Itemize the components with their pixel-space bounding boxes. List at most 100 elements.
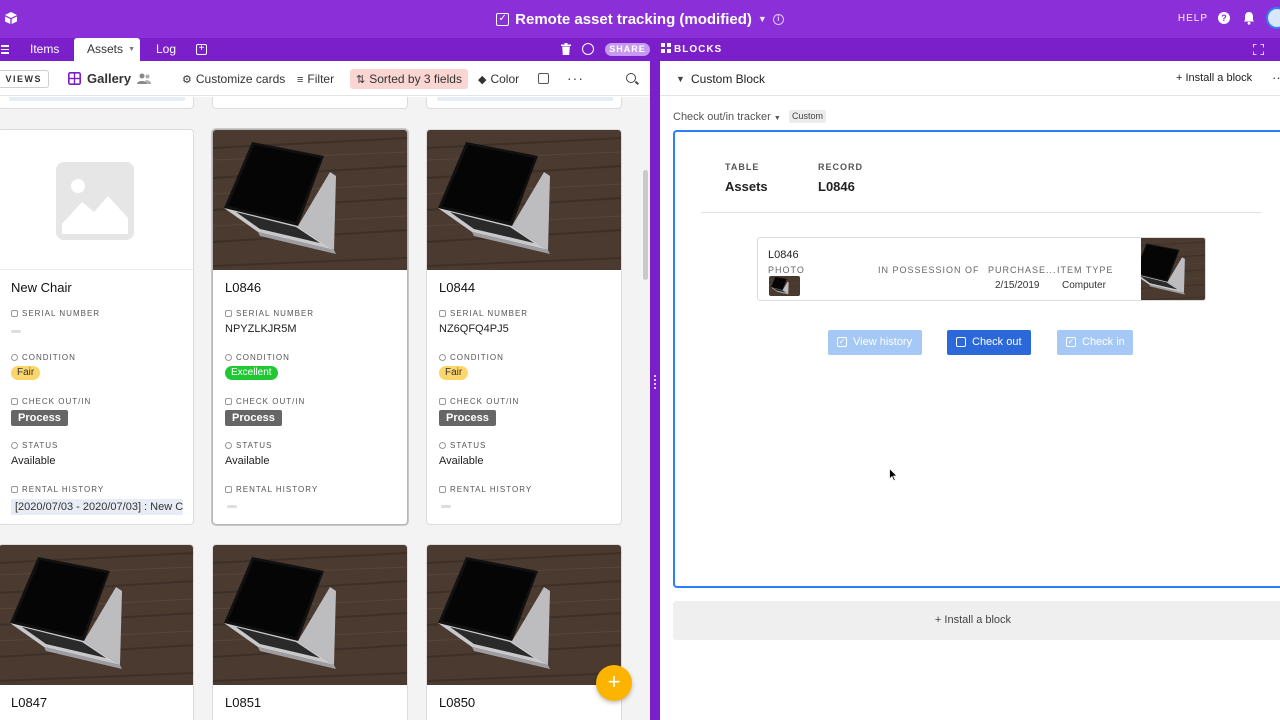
field-label-text: SERIAL NUMBER bbox=[450, 309, 529, 318]
tab-log[interactable]: Log bbox=[146, 38, 186, 61]
sort-label: Sorted by 3 fields bbox=[369, 72, 462, 86]
laptop-photo bbox=[427, 545, 621, 685]
gallery-card[interactable]: L0846 SERIAL NUMBER NPYZLKJR5M CONDITION… bbox=[212, 129, 408, 525]
view-history-button[interactable]: ✓ View history bbox=[828, 330, 922, 355]
avatar[interactable] bbox=[1266, 7, 1280, 29]
customize-cards-button[interactable]: ⚙ Customize cards bbox=[176, 69, 291, 89]
gallery-card[interactable]: L0847 bbox=[0, 544, 194, 720]
history-icon[interactable] bbox=[582, 43, 594, 55]
field-label-rental: RENTAL HISTORY bbox=[225, 485, 318, 494]
view-name[interactable]: Gallery bbox=[87, 71, 131, 86]
card-title: L0846 bbox=[225, 280, 262, 295]
field-label-serial: SERIAL NUMBER bbox=[225, 309, 314, 318]
collaborators-icon[interactable] bbox=[137, 73, 151, 84]
add-table-icon[interactable]: + bbox=[196, 44, 207, 55]
tab-assets-label: Assets bbox=[87, 42, 124, 56]
bell-icon[interactable] bbox=[1243, 11, 1255, 25]
record-photo bbox=[1141, 238, 1205, 301]
color-label: Color bbox=[490, 72, 520, 86]
trash-icon[interactable] bbox=[561, 43, 571, 55]
view-history-label: View history bbox=[853, 336, 913, 348]
base-title[interactable]: Remote asset tracking (modified) bbox=[515, 11, 752, 28]
app-logo-icon[interactable] bbox=[4, 11, 18, 25]
install-block-bar[interactable]: + Install a block bbox=[673, 601, 1280, 640]
laptop-photo bbox=[0, 545, 193, 685]
process-button[interactable]: Process bbox=[11, 410, 68, 426]
tab-items[interactable]: Items bbox=[20, 38, 69, 61]
rental-chip-partial bbox=[437, 97, 613, 101]
chevron-down-icon[interactable]: ▼ bbox=[128, 38, 135, 61]
tab-assets[interactable]: Assets ▼ bbox=[74, 38, 140, 61]
field-label-text: STATUS bbox=[22, 441, 59, 450]
laptop-photo bbox=[213, 545, 407, 685]
collapse-caret-icon[interactable]: ▼ bbox=[676, 74, 685, 84]
formula-field-icon bbox=[439, 442, 446, 449]
fullscreen-icon[interactable] bbox=[1253, 44, 1264, 55]
table-tab-bar: Items Assets ▼ Log + SHARE BLOCKS bbox=[0, 38, 1280, 61]
hamburger-menu-icon[interactable] bbox=[1, 45, 9, 54]
more-options-icon[interactable]: ··· bbox=[567, 70, 584, 86]
block-name-label: Check out/in tracker bbox=[673, 111, 771, 123]
install-block-button[interactable]: + Install a block bbox=[1176, 72, 1252, 84]
views-toggle-button[interactable]: VIEWS bbox=[0, 70, 49, 88]
status-value: Available bbox=[225, 455, 270, 467]
blocks-button[interactable]: BLOCKS bbox=[661, 43, 722, 55]
card-title: L0844 bbox=[439, 280, 476, 295]
card-photo bbox=[213, 130, 407, 270]
purchase-label: PURCHASE... bbox=[988, 265, 1057, 275]
laptop-photo bbox=[213, 130, 407, 270]
gallery-card-partial[interactable] bbox=[426, 97, 622, 109]
gallery-card[interactable]: L0851 bbox=[212, 544, 408, 720]
select-field-icon bbox=[225, 354, 232, 361]
empty-value bbox=[11, 330, 21, 333]
custom-block-frame: TABLE Assets RECORD L0846 L0846 PHOTO IN… bbox=[673, 130, 1280, 588]
more-options-icon[interactable]: ·· bbox=[1272, 70, 1280, 85]
block-title[interactable]: Custom Block bbox=[691, 72, 765, 86]
search-icon[interactable] bbox=[626, 73, 636, 83]
block-name-dropdown[interactable]: Check out/in tracker ▼ bbox=[673, 111, 781, 123]
resize-handle-icon[interactable] bbox=[654, 375, 656, 389]
select-field-icon bbox=[439, 354, 446, 361]
card-title: New Chair bbox=[11, 280, 72, 295]
sort-button[interactable]: ⇅ Sorted by 3 fields bbox=[350, 69, 468, 89]
share-button[interactable]: SHARE bbox=[605, 43, 650, 56]
base-checkbox-icon: ✓ bbox=[496, 12, 510, 26]
record-card[interactable]: L0846 PHOTO IN POSSESSION OF PURCHASE...… bbox=[757, 237, 1206, 301]
gallery-card[interactable]: L0844 SERIAL NUMBER NZ6QFQ4PJ5 CONDITION… bbox=[426, 129, 622, 525]
field-label-text: SERIAL NUMBER bbox=[22, 309, 101, 318]
button-field-icon bbox=[225, 398, 232, 405]
gallery-view-icon bbox=[68, 72, 81, 85]
gallery-card-partial[interactable] bbox=[0, 97, 194, 109]
sort-icon: ⇅ bbox=[356, 74, 366, 86]
help-link[interactable]: HELP bbox=[1178, 13, 1208, 24]
checkbox-icon bbox=[956, 337, 966, 347]
status-value: Available bbox=[11, 455, 56, 467]
color-button[interactable]: ◆ Color bbox=[472, 69, 525, 89]
process-button[interactable]: Process bbox=[225, 410, 282, 426]
gallery-scrollbar[interactable] bbox=[643, 170, 648, 280]
card-photo bbox=[427, 130, 621, 270]
gallery-card[interactable]: L0850 bbox=[426, 544, 622, 720]
field-label-rental: RENTAL HISTORY bbox=[11, 485, 104, 494]
check-out-button[interactable]: Check out bbox=[947, 330, 1031, 355]
image-placeholder bbox=[0, 130, 193, 270]
process-button[interactable]: Process bbox=[439, 410, 496, 426]
plus-icon: + bbox=[934, 614, 945, 626]
field-label-text: CONDITION bbox=[450, 353, 504, 362]
field-label-text: CHECK OUT/IN bbox=[450, 397, 520, 406]
chevron-down-icon[interactable]: ▼ bbox=[758, 14, 767, 24]
filter-button[interactable]: ≡ Filter bbox=[291, 69, 340, 89]
record-card-name: L0846 bbox=[768, 249, 799, 261]
info-icon[interactable]: i bbox=[772, 13, 784, 25]
formula-field-icon bbox=[11, 442, 18, 449]
pane-divider[interactable] bbox=[650, 61, 660, 720]
blocks-label: BLOCKS bbox=[674, 44, 723, 55]
help-icon[interactable]: ? bbox=[1218, 12, 1230, 24]
gallery-card-partial[interactable] bbox=[212, 97, 408, 109]
install-block-bar-label: Install a block bbox=[944, 614, 1012, 626]
text-field-icon bbox=[225, 310, 232, 317]
share-view-icon[interactable] bbox=[538, 73, 549, 84]
gallery-card[interactable]: New Chair SERIAL NUMBER CONDITION Fair C… bbox=[0, 129, 194, 525]
check-in-button[interactable]: ✓ Check in bbox=[1057, 330, 1133, 355]
add-record-button[interactable]: + bbox=[596, 665, 632, 701]
